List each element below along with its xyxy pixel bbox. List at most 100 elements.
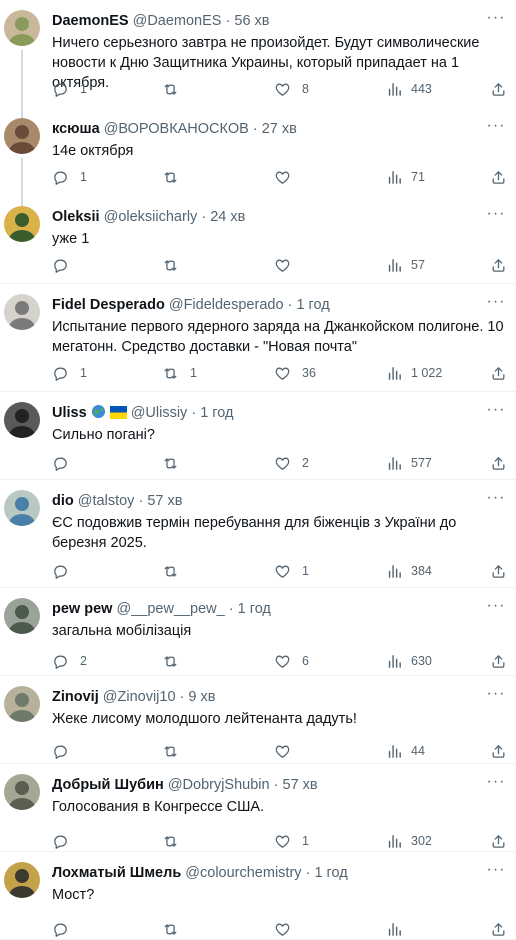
more-options-icon[interactable]: ··· — [484, 8, 508, 28]
author-name[interactable]: ксюша — [52, 121, 100, 137]
views-button[interactable]: 630 — [386, 651, 432, 671]
more-options-icon[interactable]: ··· — [484, 204, 508, 224]
tweet-timestamp[interactable]: 56 хв — [234, 13, 269, 29]
views-button[interactable]: 443 — [386, 79, 432, 99]
tweet-item[interactable]: Zinovij @Zinovij10 · 9 хв ··· Жеке лисому … — [0, 676, 516, 764]
share-button[interactable] — [490, 79, 507, 99]
share-button[interactable] — [490, 741, 507, 761]
tweet-timestamp[interactable]: 57 хв — [147, 493, 182, 509]
retweet-button[interactable] — [162, 167, 190, 187]
share-button[interactable] — [490, 363, 507, 383]
author-handle[interactable]: @oleksiicharly — [104, 209, 198, 225]
tweet-timestamp[interactable]: 24 хв — [210, 209, 245, 225]
reply-button[interactable] — [52, 831, 80, 851]
author-handle[interactable]: @colourchemistry — [185, 865, 301, 881]
like-button[interactable]: 1 — [274, 831, 309, 851]
tweet-timestamp[interactable]: 1 год — [200, 405, 233, 421]
author-handle[interactable]: @ВОРОВКАНОСКОВ — [104, 121, 249, 137]
like-button[interactable] — [274, 167, 302, 187]
share-button[interactable] — [490, 919, 507, 939]
author-name[interactable]: Uliss — [52, 405, 87, 421]
share-button[interactable] — [490, 255, 507, 275]
views-button[interactable]: 1 022 — [386, 363, 442, 383]
author-name[interactable]: Oleksii — [52, 209, 100, 225]
retweet-button[interactable] — [162, 919, 190, 939]
tweet-item[interactable]: pew pew @__pew__pew_ · 1 год ··· загальна … — [0, 588, 516, 676]
reply-button[interactable] — [52, 453, 80, 473]
more-options-icon[interactable]: ··· — [484, 860, 508, 880]
more-options-icon[interactable]: ··· — [484, 684, 508, 704]
like-button[interactable]: 6 — [274, 651, 309, 671]
like-button[interactable] — [274, 255, 302, 275]
author-handle[interactable]: @talstoy — [78, 493, 135, 509]
tweet-timestamp[interactable]: 1 год — [238, 601, 271, 617]
avatar[interactable] — [4, 10, 40, 46]
share-button[interactable] — [490, 167, 507, 187]
reply-button[interactable]: 1 — [52, 363, 87, 383]
author-handle[interactable]: @DobryjShubin — [168, 777, 270, 793]
avatar[interactable] — [4, 598, 40, 634]
views-button[interactable]: 384 — [386, 561, 432, 581]
retweet-button[interactable]: 1 — [162, 363, 197, 383]
author-handle[interactable]: @__pew__pew_ — [116, 601, 224, 617]
retweet-button[interactable] — [162, 79, 190, 99]
views-button[interactable]: 577 — [386, 453, 432, 473]
retweet-button[interactable] — [162, 651, 190, 671]
like-button[interactable] — [274, 741, 302, 761]
avatar[interactable] — [4, 206, 40, 242]
tweet-item[interactable]: Oleksii @oleksiicharly · 24 хв ··· уже 1 57 — [0, 196, 516, 284]
tweet-item[interactable]: DaemonES @DaemonES · 56 хв ··· Ничего серь… — [0, 0, 516, 118]
more-options-icon[interactable]: ··· — [484, 292, 508, 312]
tweet-item[interactable]: Добрый Шубин @DobryjShubin · 57 хв ··· Гол… — [0, 764, 516, 852]
like-button[interactable]: 36 — [274, 363, 316, 383]
tweet-timestamp[interactable]: 1 год — [314, 865, 347, 881]
like-button[interactable] — [274, 919, 302, 939]
author-name[interactable]: DaemonES — [52, 13, 129, 29]
avatar[interactable] — [4, 294, 40, 330]
more-options-icon[interactable]: ··· — [484, 772, 508, 792]
tweet-timestamp[interactable]: 9 хв — [188, 689, 215, 705]
like-button[interactable]: 1 — [274, 561, 309, 581]
author-name[interactable]: dio — [52, 493, 74, 509]
author-handle[interactable]: @DaemonES — [133, 13, 222, 29]
reply-button[interactable] — [52, 255, 80, 275]
share-button[interactable] — [490, 831, 507, 851]
author-name[interactable]: Zinovij — [52, 689, 99, 705]
views-button[interactable]: 57 — [386, 255, 425, 275]
author-handle[interactable]: @Ulissiy — [131, 405, 188, 421]
retweet-button[interactable] — [162, 453, 190, 473]
more-options-icon[interactable]: ··· — [484, 400, 508, 420]
reply-button[interactable]: 1 — [52, 167, 87, 187]
reply-button[interactable] — [52, 741, 80, 761]
tweet-timestamp[interactable]: 27 хв — [262, 121, 297, 137]
avatar[interactable] — [4, 862, 40, 898]
more-options-icon[interactable]: ··· — [484, 488, 508, 508]
tweet-timestamp[interactable]: 57 хв — [283, 777, 318, 793]
like-button[interactable]: 8 — [274, 79, 309, 99]
retweet-button[interactable] — [162, 831, 190, 851]
views-button[interactable]: 71 — [386, 167, 425, 187]
author-name[interactable]: Добрый Шубин — [52, 777, 164, 793]
reply-button[interactable] — [52, 919, 80, 939]
avatar[interactable] — [4, 118, 40, 154]
author-name[interactable]: pew pew — [52, 601, 112, 617]
more-options-icon[interactable]: ··· — [484, 116, 508, 136]
views-button[interactable] — [386, 919, 411, 939]
author-name[interactable]: Fidel Desperado — [52, 297, 165, 313]
tweet-item[interactable]: dio @talstoy · 57 хв ··· ЄС подовжив термі… — [0, 480, 516, 588]
like-button[interactable]: 2 — [274, 453, 309, 473]
tweet-item[interactable]: ксюша @ВОРОВКАНОСКОВ · 27 хв ··· 14е октяб… — [0, 108, 516, 206]
tweet-item[interactable]: Fidel Desperado @Fideldesperado · 1 год ·… — [0, 284, 516, 392]
retweet-button[interactable] — [162, 741, 190, 761]
reply-button[interactable]: 1 — [52, 79, 87, 99]
views-button[interactable]: 302 — [386, 831, 432, 851]
avatar[interactable] — [4, 490, 40, 526]
views-button[interactable]: 44 — [386, 741, 425, 761]
author-handle[interactable]: @Zinovij10 — [103, 689, 176, 705]
retweet-button[interactable] — [162, 561, 190, 581]
author-name[interactable]: Лохматый Шмель — [52, 865, 181, 881]
tweet-timestamp[interactable]: 1 год — [296, 297, 329, 313]
share-button[interactable] — [490, 453, 507, 473]
avatar[interactable] — [4, 402, 40, 438]
reply-button[interactable]: 2 — [52, 651, 87, 671]
